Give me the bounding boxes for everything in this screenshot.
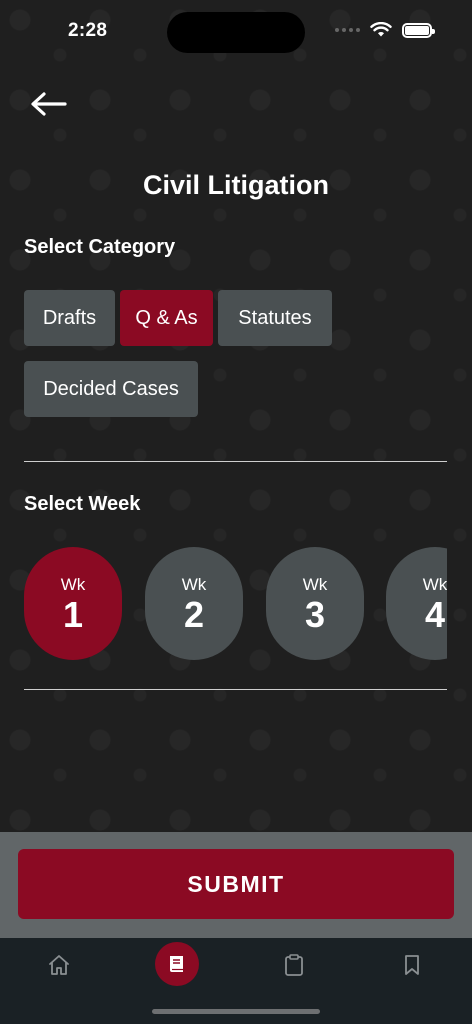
week-prefix: Wk xyxy=(60,574,86,594)
week-number: 4 xyxy=(424,593,446,635)
tab-study[interactable] xyxy=(155,942,199,986)
arrow-left-icon xyxy=(31,92,67,116)
wifi-icon xyxy=(370,22,392,37)
category-chip-drafts[interactable]: Drafts xyxy=(24,290,115,346)
status-time: 2:28 xyxy=(68,20,108,41)
dynamic-island xyxy=(167,12,305,53)
tab-tasks[interactable] xyxy=(272,943,316,987)
week-option-1[interactable]: Wk 1 xyxy=(24,547,122,660)
category-chip-decided-cases[interactable]: Decided Cases xyxy=(24,361,198,417)
week-prefix: Wk xyxy=(302,574,328,594)
week-selector[interactable]: Wk 1 Wk 2 Wk 3 Wk 4 xyxy=(24,547,447,661)
tab-bookmarks[interactable] xyxy=(390,943,434,987)
select-week-label: Select Week xyxy=(24,493,141,515)
submit-button[interactable]: SUBMIT xyxy=(18,849,454,919)
week-number: 3 xyxy=(304,593,326,635)
week-option-3[interactable]: Wk 3 xyxy=(266,547,364,660)
week-prefix: Wk xyxy=(422,574,447,594)
week-option-2[interactable]: Wk 2 xyxy=(145,547,243,660)
battery-icon xyxy=(402,22,435,38)
clipboard-icon xyxy=(285,954,303,976)
book-icon xyxy=(170,956,183,972)
tab-home[interactable] xyxy=(37,943,81,987)
category-chip-statutes[interactable]: Statutes xyxy=(218,290,332,346)
select-category-label: Select Category xyxy=(24,236,176,258)
week-prefix: Wk xyxy=(181,574,207,594)
back-button[interactable] xyxy=(26,86,70,122)
section-divider xyxy=(24,689,447,690)
page-title: Civil Litigation xyxy=(143,170,329,200)
week-number: 2 xyxy=(183,593,205,635)
week-number: 1 xyxy=(62,593,84,635)
home-indicator xyxy=(152,1009,320,1014)
status-icons xyxy=(335,22,435,38)
section-divider xyxy=(24,461,447,462)
cellular-signal-icon xyxy=(335,28,360,32)
home-icon xyxy=(49,955,69,975)
week-option-4[interactable]: Wk 4 xyxy=(386,547,447,660)
category-chip-q-as[interactable]: Q & As xyxy=(120,290,213,346)
bookmark-icon xyxy=(405,955,419,975)
